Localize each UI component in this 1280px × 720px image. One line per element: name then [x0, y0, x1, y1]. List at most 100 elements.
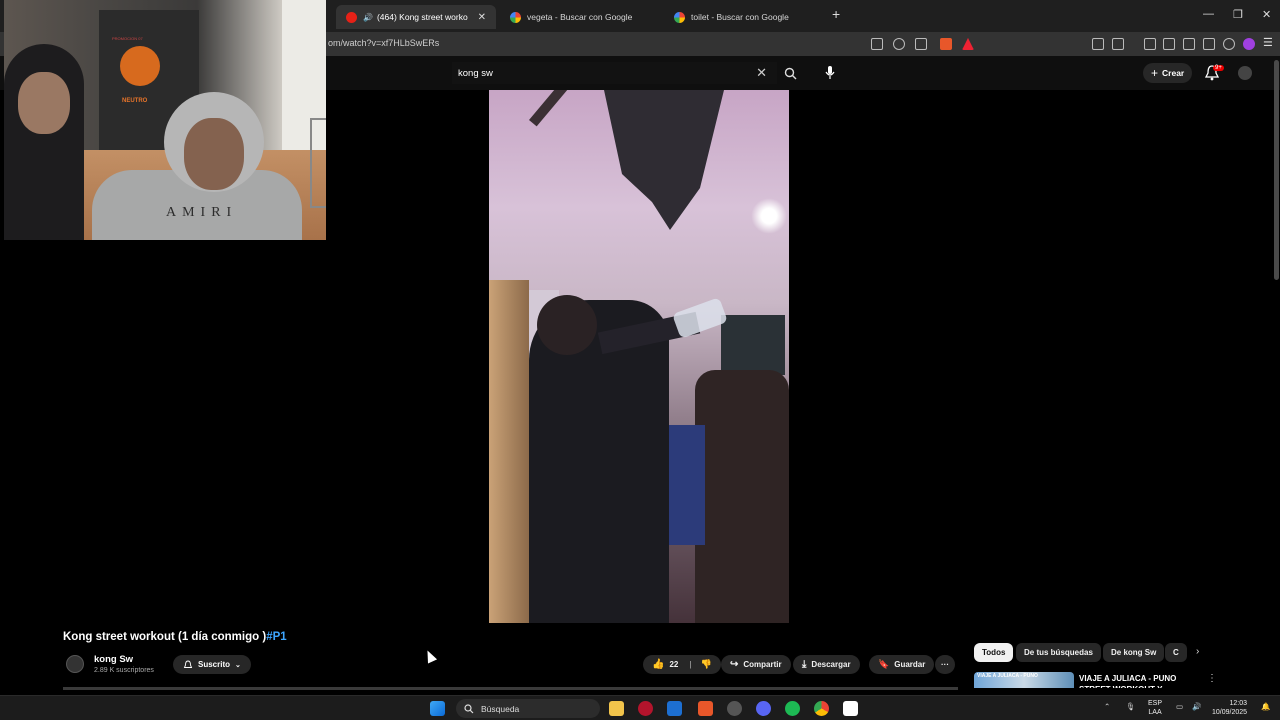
video-person-head — [537, 295, 597, 355]
video-title: Kong street workout (1 día conmigo )#P1 — [63, 631, 287, 643]
capcut-icon[interactable] — [843, 701, 858, 716]
leo-icon[interactable] — [1223, 38, 1235, 50]
page-scrollbar[interactable] — [1274, 60, 1279, 280]
shirt-text: AMIRI — [166, 205, 238, 220]
poster-logo-text: NEUTRO — [122, 98, 148, 104]
search-button[interactable] — [779, 62, 801, 84]
spotify-icon[interactable] — [785, 701, 800, 716]
media-icon[interactable] — [1144, 38, 1156, 50]
hashtag-link[interactable]: #P1 — [266, 631, 286, 643]
close-tab-icon[interactable]: ✕ — [478, 12, 486, 23]
search-icon — [464, 703, 474, 713]
taskbar-search-label: Búsqueda — [481, 703, 520, 714]
download-icon: ⤓ — [802, 659, 807, 670]
sidebar-icon[interactable] — [1163, 38, 1175, 50]
related-more-icon[interactable]: ⋮ — [1207, 673, 1217, 684]
google-icon — [674, 11, 685, 23]
chip-de-kong-sw[interactable]: De kong Sw — [1103, 643, 1165, 662]
search-input[interactable]: kong sw — [452, 68, 756, 79]
download-button[interactable]: ⤓ Descargar — [793, 655, 860, 674]
chip-partial[interactable]: C — [1165, 643, 1187, 662]
channel-avatar[interactable] — [66, 655, 84, 673]
subscriber-count: 2.89 K suscriptores — [94, 667, 154, 674]
account-avatar[interactable] — [1238, 66, 1252, 80]
cast-icon[interactable] — [871, 38, 883, 50]
poster-top-text: PROMOCION 07 — [112, 36, 143, 41]
related-video-thumbnail[interactable]: VIAJE A JULIACA - PUNO — [974, 672, 1074, 688]
video-title-text: Kong street workout (1 día conmigo ) — [63, 631, 267, 643]
download-label: Descargar — [811, 660, 851, 669]
restore-icon[interactable]: ❐ — [1233, 8, 1243, 21]
poster-lion-logo-icon — [120, 46, 160, 86]
share-button[interactable]: ↪ Compartir — [721, 655, 791, 674]
windows-taskbar: Búsqueda ⌃ 🎙 ESP LAA ▭ 🔊 12:03 10/09/202… — [0, 695, 1280, 720]
tab-google-toilet[interactable]: toilet - Buscar con Google — [664, 5, 824, 29]
microphone-icon — [825, 66, 835, 79]
subscribed-label: Suscrito — [198, 660, 231, 669]
like-button[interactable]: 👍 22 | 👎 — [643, 655, 721, 674]
taskbar-clock[interactable]: 12:03 10/09/2025 — [1212, 699, 1247, 717]
lang-bottom: LAA — [1148, 709, 1162, 716]
clear-search-icon[interactable]: ✕ — [756, 65, 767, 81]
youtube-icon — [346, 11, 357, 23]
related-video-title[interactable]: VIAJE A JULIACA - PUNO STREET WORKOUT Y — [1079, 673, 1197, 688]
share-label: Compartir — [743, 660, 782, 669]
windows-start-icon[interactable] — [430, 701, 445, 716]
network-icon[interactable]: ▭ — [1176, 702, 1183, 711]
chip-todos[interactable]: Todos — [974, 643, 1014, 662]
chevron-right-icon[interactable]: › — [1196, 646, 1199, 657]
thumbs-down-icon[interactable]: 👎 — [701, 659, 712, 670]
tray-chevron-up-icon[interactable]: ⌃ — [1104, 702, 1110, 711]
save-button[interactable]: 🔖 Guardar — [869, 655, 935, 674]
profile-icon[interactable] — [1243, 38, 1255, 50]
wallet-icon[interactable] — [1183, 38, 1195, 50]
zoom-icon[interactable] — [893, 38, 905, 50]
volume-icon[interactable]: 🔊 — [1192, 702, 1201, 711]
app-gray-icon[interactable] — [727, 701, 742, 716]
voice-search-button[interactable] — [820, 63, 840, 83]
reader-icon[interactable] — [1112, 38, 1124, 50]
minimize-icon[interactable]: — — [1203, 8, 1214, 20]
brave-browser-icon[interactable] — [698, 701, 713, 716]
tab-label: toilet - Buscar con Google — [691, 12, 789, 22]
tab-youtube-video[interactable]: 🔊 (464) Kong street workout (1 ✕ — [336, 5, 496, 29]
new-tab-button[interactable]: + — [832, 6, 840, 22]
vpn-icon[interactable] — [1203, 38, 1215, 50]
share-arrow-icon: ↪ — [730, 659, 739, 670]
create-button[interactable]: + Crear — [1143, 63, 1193, 83]
save-label: Guardar — [894, 660, 926, 669]
video-hanging-cloth — [604, 90, 724, 230]
menu-icon[interactable]: ☰ — [1263, 36, 1273, 49]
notifications-tray-icon[interactable]: 🔔 — [1261, 702, 1270, 711]
search-icon — [784, 67, 796, 79]
brave-shield-icon[interactable] — [940, 38, 952, 50]
thumbs-up-icon: 👍 — [652, 659, 665, 670]
bell-icon — [183, 660, 193, 668]
close-window-icon[interactable]: ✕ — [1262, 8, 1271, 21]
subscribed-button[interactable]: Suscrito ⌄ — [173, 655, 251, 674]
more-actions-button[interactable]: ··· — [935, 655, 955, 674]
file-explorer-icon[interactable] — [609, 701, 624, 716]
microphone-tray-icon[interactable]: 🎙 — [1126, 702, 1136, 711]
webcam-face-left — [18, 72, 70, 134]
url-field[interactable]: om/watch?v=xf7HLbSwERs — [328, 38, 439, 48]
tab-label: (464) Kong street workout (1 — [376, 12, 468, 22]
chrome-icon[interactable] — [814, 701, 829, 716]
language-indicator[interactable]: ESP LAA — [1148, 699, 1162, 717]
chevron-down-icon: ⌄ — [235, 661, 241, 669]
clock-date: 10/09/2025 — [1212, 709, 1248, 716]
channel-name[interactable]: kong Sw — [94, 654, 133, 665]
video-player[interactable] — [489, 90, 789, 623]
extensions-icon[interactable] — [1092, 38, 1104, 50]
app-red-icon[interactable] — [638, 701, 653, 716]
plus-icon: + — [1151, 66, 1159, 80]
rewards-icon[interactable] — [962, 38, 974, 50]
tab-google-vegeta[interactable]: vegeta - Buscar con Google — [500, 5, 660, 29]
share-page-icon[interactable] — [915, 38, 927, 50]
taskbar-search[interactable]: Búsqueda — [456, 699, 600, 718]
chip-de-tus-busquedas[interactable]: De tus búsquedas — [1016, 643, 1101, 662]
discord-icon[interactable] — [756, 701, 771, 716]
shield-app-icon[interactable] — [667, 701, 682, 716]
scroll-bar-horizontal[interactable] — [63, 687, 958, 690]
search-box[interactable]: kong sw ✕ — [452, 62, 777, 84]
